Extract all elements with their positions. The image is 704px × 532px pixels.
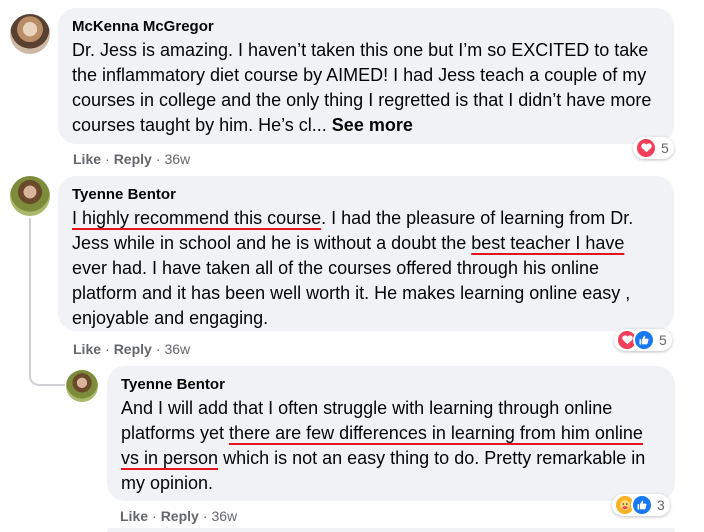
comment-text-segment: best teacher I have xyxy=(471,233,625,253)
reaction-count: 5 xyxy=(659,332,667,348)
reply-button[interactable]: Reply xyxy=(161,508,199,524)
comment-author[interactable]: Tyenne Bentor xyxy=(121,375,663,395)
reaction-summary[interactable]: 5 xyxy=(614,329,672,351)
separator-dot: · xyxy=(155,151,161,167)
like-button[interactable]: Like xyxy=(73,151,101,167)
reply-bubble: Tyenne Bentor And I will add that I ofte… xyxy=(107,366,675,501)
avatar[interactable] xyxy=(66,370,98,402)
reply-button[interactable]: Reply xyxy=(114,151,152,167)
separator-dot: · xyxy=(152,508,157,524)
like-icon xyxy=(631,494,653,516)
separator-dot: · xyxy=(105,151,110,167)
comment-text: Dr. Jess is amazing. I haven’t taken thi… xyxy=(72,38,662,138)
comment-text: And I will add that I often struggle wit… xyxy=(121,396,663,496)
separator-dot: · xyxy=(105,341,110,357)
avatar[interactable] xyxy=(10,14,50,54)
next-comment-bubble xyxy=(107,528,675,532)
reaction-summary[interactable]: 3 xyxy=(612,494,670,516)
comment-bubble: McKenna McGregor Dr. Jess is amazing. I … xyxy=(58,8,674,144)
comment-text-segment: ever had. I have taken all of the course… xyxy=(72,258,631,328)
comment-bubble: Tyenne Bentor I highly recommend this co… xyxy=(58,176,674,331)
see-more-link[interactable]: See more xyxy=(332,115,413,135)
separator-dot: · xyxy=(155,341,161,357)
reaction-count: 5 xyxy=(661,140,669,156)
reaction-count: 3 xyxy=(657,497,665,513)
comment-timestamp[interactable]: 36w xyxy=(211,508,237,524)
comment-text-segment: I highly recommend this course xyxy=(72,208,322,228)
like-button[interactable]: Like xyxy=(120,508,148,524)
comment-author[interactable]: Tyenne Bentor xyxy=(72,185,662,205)
comment-actions: Like · Reply · 36w xyxy=(73,340,190,358)
reaction-summary[interactable]: 5 xyxy=(633,137,674,159)
separator-dot: · xyxy=(202,508,208,524)
comment-author[interactable]: McKenna McGregor xyxy=(72,17,662,37)
comment-timestamp[interactable]: 36w xyxy=(164,151,190,167)
avatar[interactable] xyxy=(10,176,50,216)
comment-actions: Like · Reply · 36w xyxy=(73,150,190,168)
comment-text: I highly recommend this course. I had th… xyxy=(72,206,662,331)
like-button[interactable]: Like xyxy=(73,341,101,357)
comment-timestamp[interactable]: 36w xyxy=(164,341,190,357)
comment-actions: Like · Reply · 36w xyxy=(120,507,237,525)
love-icon xyxy=(635,137,657,159)
reply-button[interactable]: Reply xyxy=(114,341,152,357)
like-icon xyxy=(633,329,655,351)
